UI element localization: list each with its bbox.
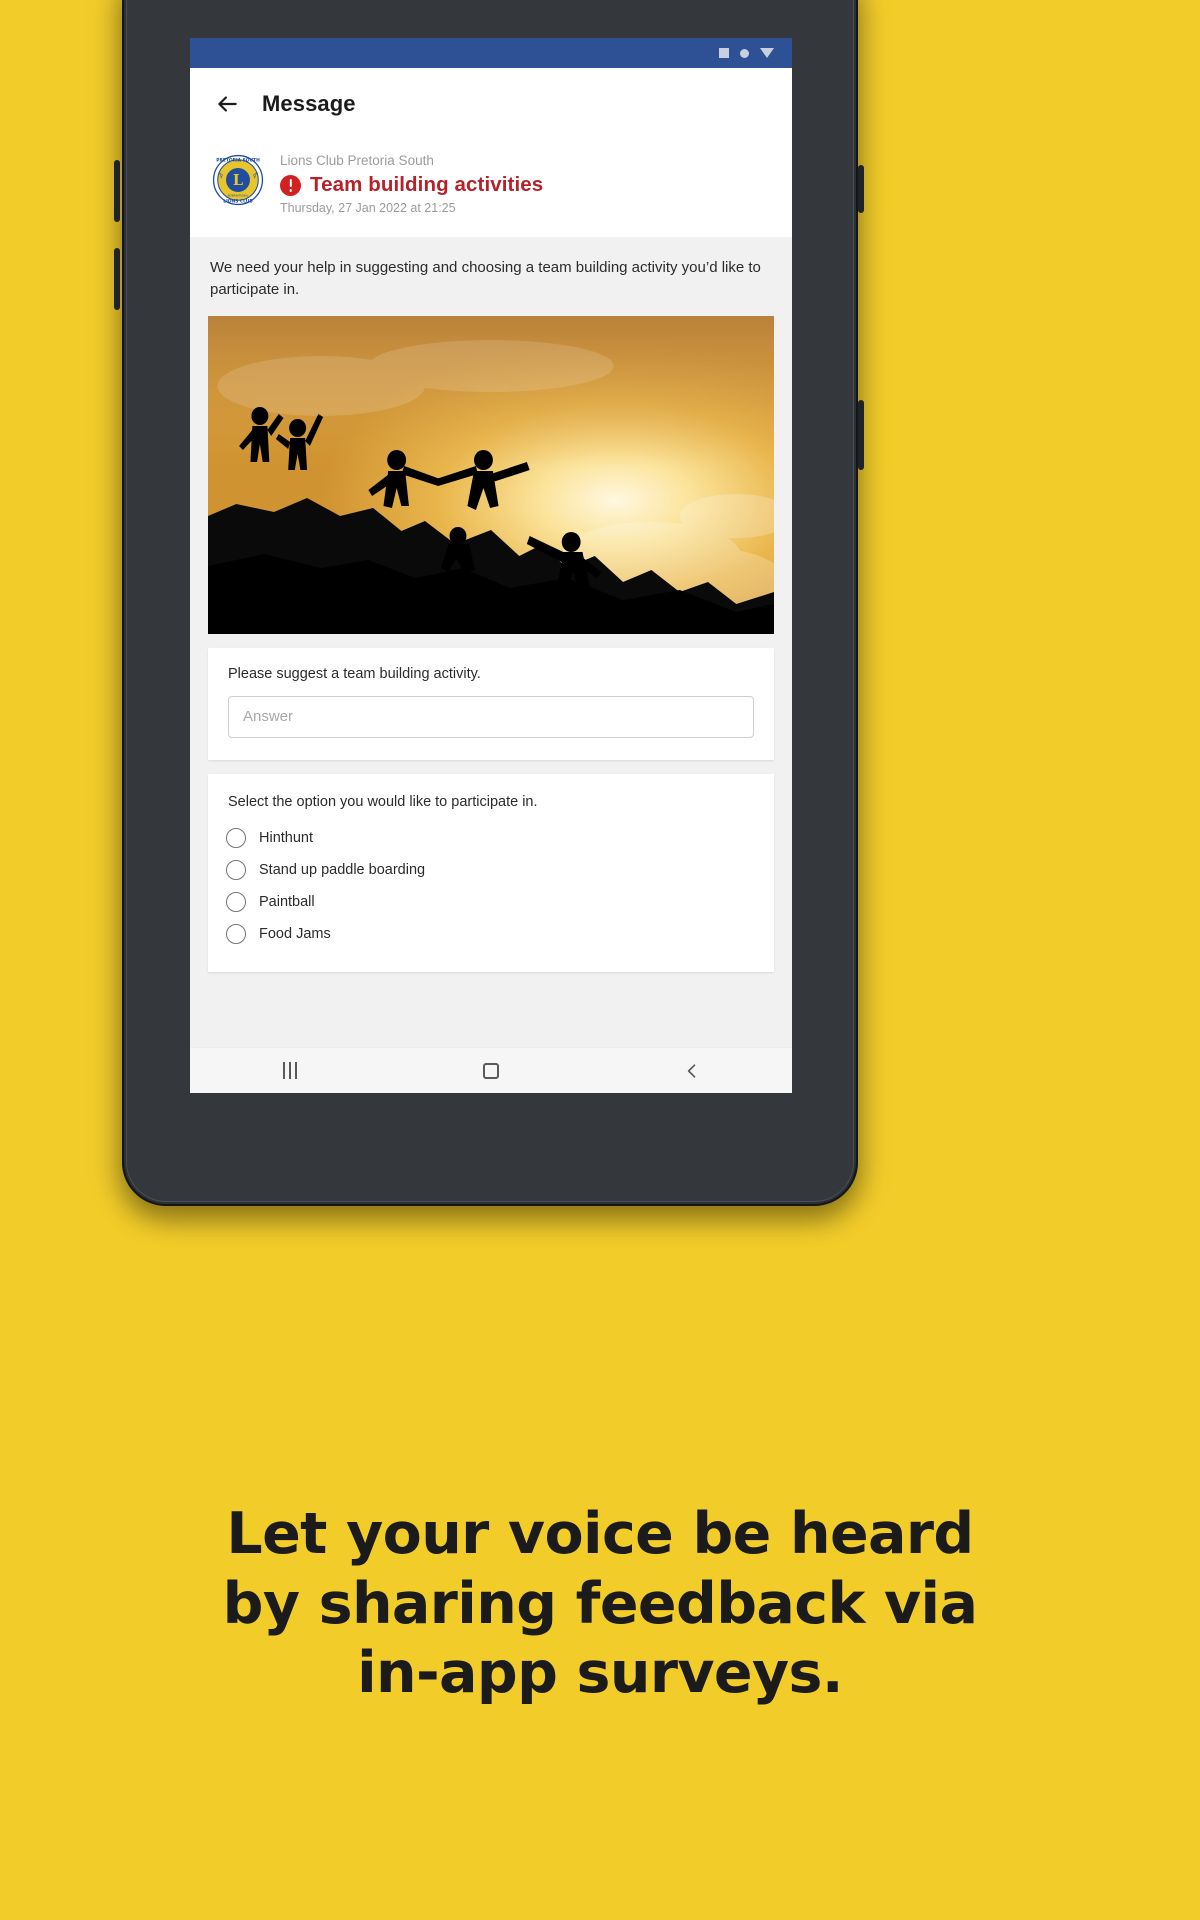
status-bar xyxy=(190,38,792,68)
choice-question-card: Select the option you would like to part… xyxy=(208,773,774,972)
nav-back-button[interactable] xyxy=(591,1061,792,1081)
android-navigation-bar xyxy=(190,1047,792,1093)
message-subject: Team building activities xyxy=(310,173,544,197)
dot-icon xyxy=(740,48,749,58)
message-timestamp: Thursday, 27 Jan 2022 at 21:25 xyxy=(280,201,456,216)
poster-canvas: Message L PRETORIA SOUTH LIONS CLUB INTE… xyxy=(0,0,1200,1920)
text-question-label: Please suggest a team building activity. xyxy=(228,665,481,682)
radio-option-label: Hinthunt xyxy=(259,829,314,846)
radio-option-hinthunt[interactable]: Hinthunt xyxy=(224,822,754,854)
radio-circle-icon xyxy=(226,859,246,880)
caption-line-3: in-app surveys. xyxy=(357,1640,843,1707)
volume-down-button[interactable] xyxy=(114,248,120,310)
home-square-icon xyxy=(483,1062,499,1079)
caption-line-1: Let your voice be heard xyxy=(226,1501,974,1567)
svg-text:PRETORIA SOUTH: PRETORIA SOUTH xyxy=(216,157,260,163)
chevron-left-icon xyxy=(682,1061,702,1081)
answer-input[interactable] xyxy=(228,695,754,738)
radio-circle-icon xyxy=(226,827,246,848)
page-title: Message xyxy=(262,91,356,116)
message-body-scroll[interactable]: We need your help in suggesting and choo… xyxy=(190,237,792,1078)
radio-option-label: Stand up paddle boarding xyxy=(259,861,426,878)
radio-circle-icon xyxy=(226,891,246,912)
radio-option-food-jams[interactable]: Food Jams xyxy=(224,918,754,950)
home-button[interactable] xyxy=(391,1062,592,1079)
app-bar: Message xyxy=(190,68,792,140)
radio-circle-icon xyxy=(226,923,246,944)
lions-club-logo: L PRETORIA SOUTH LIONS CLUB INTERNATIONA… xyxy=(212,154,264,206)
message-header: L PRETORIA SOUTH LIONS CLUB INTERNATIONA… xyxy=(190,140,792,238)
message-meta: Lions Club Pretoria South Team building … xyxy=(280,150,543,215)
radio-option-paintball[interactable]: Paintball xyxy=(224,886,754,918)
side-button[interactable] xyxy=(858,400,864,470)
caption-line-2: by sharing feedback via xyxy=(222,1570,978,1637)
subject-row: Team building activities xyxy=(280,173,543,197)
radio-option-label: Food Jams xyxy=(259,925,331,942)
back-button[interactable] xyxy=(204,81,250,127)
radio-option-label: Paintball xyxy=(259,893,315,910)
volume-up-button[interactable] xyxy=(114,160,120,222)
svg-text:L: L xyxy=(233,172,243,189)
recents-button[interactable] xyxy=(190,1062,391,1079)
message-body-text: We need your help in suggesting and choo… xyxy=(210,259,761,298)
power-button[interactable] xyxy=(858,165,864,213)
triangle-down-icon xyxy=(760,48,774,58)
hero-image xyxy=(208,315,774,634)
square-icon xyxy=(719,48,729,58)
status-bar-icons xyxy=(719,38,774,68)
recents-icon xyxy=(283,1062,298,1079)
arrow-left-icon xyxy=(214,91,240,117)
svg-text:LIONS CLUB: LIONS CLUB xyxy=(223,198,253,204)
phone-screen: Message L PRETORIA SOUTH LIONS CLUB INTE… xyxy=(190,38,792,1093)
radio-option-stand-up-paddle-boarding[interactable]: Stand up paddle boarding xyxy=(224,854,754,886)
choice-question-label: Select the option you would like to part… xyxy=(228,793,538,810)
text-question-card: Please suggest a team building activity. xyxy=(208,647,774,760)
svg-text:INTERNATIONAL: INTERNATIONAL xyxy=(228,194,249,198)
exclamation-icon xyxy=(280,174,301,196)
poster-caption: Let your voice be heard by sharing feedb… xyxy=(0,1500,1200,1709)
sender-name: Lions Club Pretoria South xyxy=(280,153,434,168)
